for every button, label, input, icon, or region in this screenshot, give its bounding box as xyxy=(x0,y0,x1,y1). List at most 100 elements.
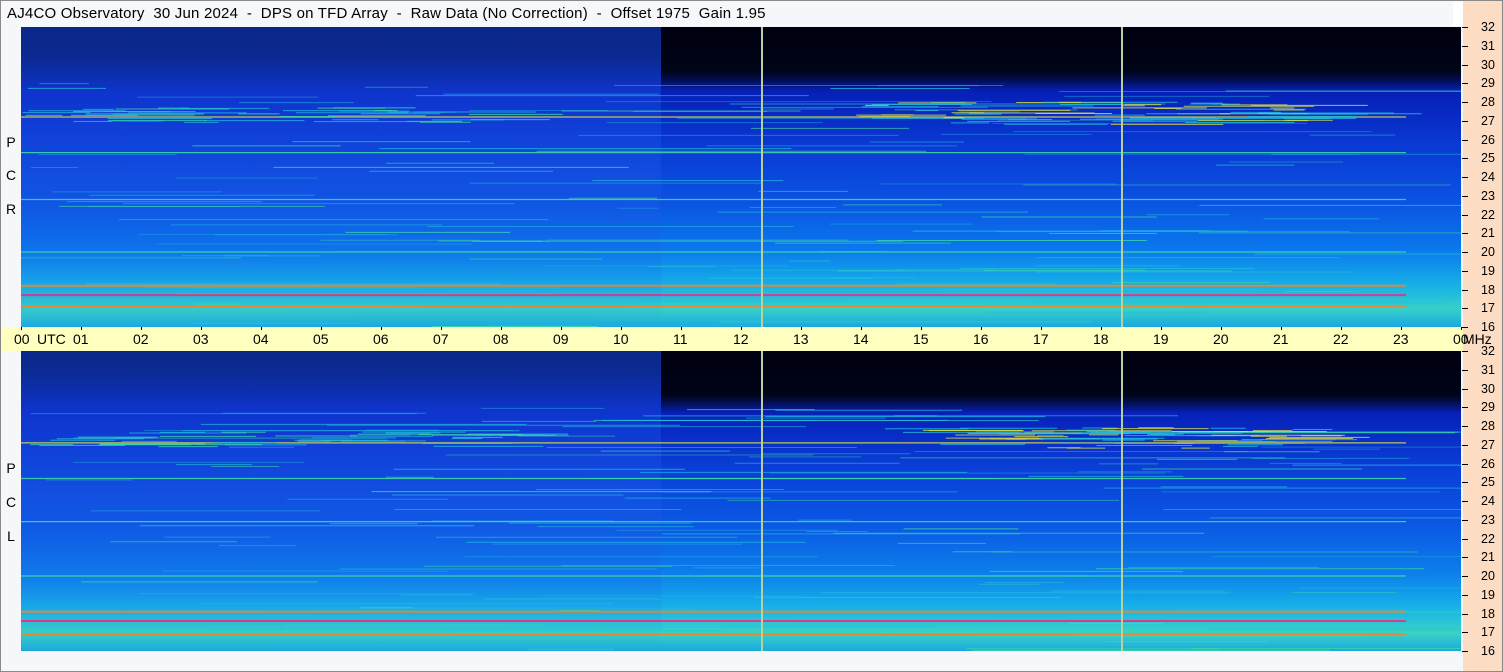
rcp-frequency-tick-label: 23 xyxy=(1481,188,1495,203)
utc-tick-mark xyxy=(681,327,682,330)
rcp-frequency-tick-mark xyxy=(1462,45,1468,47)
utc-tick-label: 06 xyxy=(373,331,389,347)
lcp-label-p: P xyxy=(6,460,16,476)
lcp-frequency-tick-mark xyxy=(1462,501,1468,502)
title-bar-edge xyxy=(1453,2,1463,26)
spectrogram-window: AJ4CO Observatory 30 Jun 2024 - DPS on T… xyxy=(0,0,1503,672)
lcp-frequency-tick-mark xyxy=(1462,576,1468,577)
lcp-frequency-tick-mark xyxy=(1462,369,1468,371)
utc-tick-mark xyxy=(1281,327,1282,330)
rcp-frequency-tick-mark xyxy=(1462,289,1468,291)
utc-tick-label: 18 xyxy=(1093,331,1109,347)
rcp-frequency-tick-label: 24 xyxy=(1481,170,1495,184)
lcp-frequency-tick-label: 25 xyxy=(1481,475,1495,490)
lcp-frequency-tick-label: 32 xyxy=(1481,344,1495,358)
rcp-frequency-tick-label: 25 xyxy=(1481,151,1495,166)
lcp-spectral-lines xyxy=(21,351,1461,651)
utc-tick-mark xyxy=(1221,327,1222,330)
lcp-label-l: L xyxy=(7,528,15,544)
utc-tick-label: 17 xyxy=(1033,331,1049,347)
lcp-frequency-tick-mark xyxy=(1462,519,1468,521)
utc-tick-label: 04 xyxy=(253,331,269,347)
rcp-frequency-tick-mark xyxy=(1462,233,1468,235)
utc-tick-label: 11 xyxy=(673,331,688,347)
lcp-frequency-tick-label: 22 xyxy=(1481,531,1495,546)
utc-tick-label: 19 xyxy=(1153,331,1169,347)
vertical-marker-line xyxy=(761,27,763,327)
rcp-label-p: R xyxy=(5,201,17,217)
lcp-frequency-tick-label: 17 xyxy=(1481,625,1495,640)
rcp-frequency-tick-label: 17 xyxy=(1481,301,1495,316)
lcp-label-c: C xyxy=(5,494,17,510)
rcp-label-c: C xyxy=(5,167,17,183)
rcp-frequency-tick-label: 29 xyxy=(1481,76,1495,91)
rcp-frequency-tick-mark xyxy=(1462,252,1468,253)
rcp-frequency-tick-mark xyxy=(1462,64,1468,66)
rcp-frequency-tick-label: 18 xyxy=(1481,282,1495,297)
rcp-frequency-tick-mark xyxy=(1462,83,1468,85)
utc-tick-mark xyxy=(141,327,142,330)
rcp-frequency-tick-label: 22 xyxy=(1481,207,1495,222)
rcp-spectrogram-panel xyxy=(21,27,1461,327)
lcp-frequency-tick-label: 19 xyxy=(1481,587,1495,602)
lcp-frequency-tick-label: 23 xyxy=(1481,512,1495,527)
utc-tick-mark xyxy=(801,327,802,330)
rcp-frequency-tick-mark xyxy=(1462,102,1468,103)
lcp-frequency-tick-label: 18 xyxy=(1481,606,1495,621)
utc-tick-mark xyxy=(741,327,742,330)
lcp-frequency-tick-label: 21 xyxy=(1481,550,1495,565)
rcp-spectral-lines xyxy=(21,27,1461,327)
utc-time-axis xyxy=(1,327,1463,351)
utc-tick-label: 05 xyxy=(313,331,329,347)
lcp-frequency-tick-mark xyxy=(1462,444,1468,446)
rcp-frequency-tick-label: 30 xyxy=(1481,57,1495,72)
utc-tick-mark xyxy=(1161,327,1162,330)
utc-tick-label: 02 xyxy=(133,331,149,347)
lcp-frequency-tick-label: 26 xyxy=(1481,456,1495,471)
rcp-frequency-tick-mark xyxy=(1462,27,1468,28)
utc-tick-label: 01 xyxy=(73,331,89,347)
vertical-marker-line xyxy=(761,351,763,651)
rcp-frequency-tick-mark xyxy=(1462,195,1468,197)
utc-tick-label: 10 xyxy=(613,331,629,347)
lcp-frequency-tick-mark xyxy=(1462,407,1468,409)
utc-tick-label: 16 xyxy=(973,331,989,347)
utc-tick-mark xyxy=(201,327,202,330)
utc-tick-mark xyxy=(261,327,262,330)
rcp-frequency-tick-label: 32 xyxy=(1481,20,1495,34)
utc-tick-label: 12 xyxy=(733,331,749,347)
lcp-frequency-tick-label: 24 xyxy=(1481,494,1495,508)
utc-tick-mark xyxy=(81,327,82,330)
utc-tick-label: 07 xyxy=(433,331,449,347)
utc-tick-label: 21 xyxy=(1273,331,1289,347)
utc-tick-label: 20 xyxy=(1213,331,1229,347)
rcp-frequency-tick-mark xyxy=(1462,177,1468,178)
rcp-frequency-tick-mark xyxy=(1462,327,1468,328)
utc-tick-mark xyxy=(1101,327,1102,330)
rcp-frequency-tick-label: 16 xyxy=(1481,320,1495,334)
utc-tick-label: 15 xyxy=(913,331,929,347)
utc-tick-mark xyxy=(321,327,322,330)
lcp-frequency-tick-mark xyxy=(1462,482,1468,484)
lcp-frequency-tick-mark xyxy=(1462,613,1468,615)
utc-unit-label: UTC xyxy=(37,331,66,347)
utc-tick-mark xyxy=(21,327,22,330)
lcp-frequency-tick-label: 30 xyxy=(1481,381,1495,396)
utc-tick-label: 23 xyxy=(1393,331,1409,347)
lcp-spectrogram-panel xyxy=(21,351,1461,651)
utc-tick-mark xyxy=(921,327,922,330)
rcp-frequency-tick-label: 26 xyxy=(1481,132,1495,147)
utc-tick-mark xyxy=(861,327,862,330)
lcp-frequency-tick-mark xyxy=(1462,594,1468,596)
utc-tick-label: 13 xyxy=(793,331,809,347)
utc-tick-mark xyxy=(981,327,982,330)
lcp-frequency-tick-label: 29 xyxy=(1481,400,1495,415)
lcp-frequency-tick-mark xyxy=(1462,651,1468,652)
lcp-frequency-tick-mark xyxy=(1462,463,1468,465)
utc-tick-mark xyxy=(501,327,502,330)
lcp-frequency-tick-label: 28 xyxy=(1481,419,1495,433)
utc-tick-label: 09 xyxy=(553,331,569,347)
utc-tick-mark xyxy=(1341,327,1342,330)
lcp-frequency-tick-mark xyxy=(1462,388,1468,390)
utc-tick-label: 08 xyxy=(493,331,509,347)
